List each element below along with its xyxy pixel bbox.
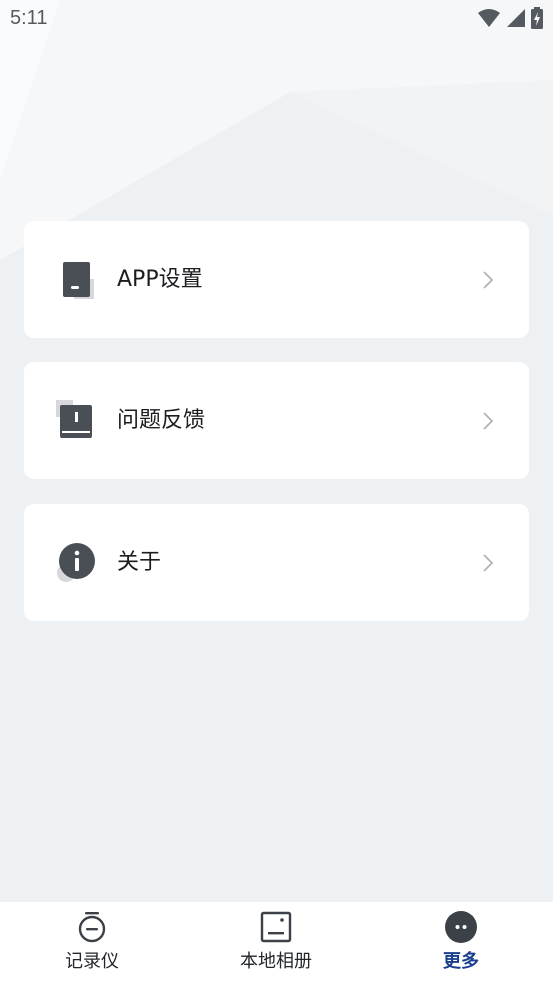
menu-item-label: APP设置 xyxy=(117,267,203,292)
menu-item-app-settings[interactable]: APP设置 xyxy=(24,221,529,338)
status-time: 5:11 xyxy=(10,7,48,29)
status-icons xyxy=(477,7,543,33)
chevron-right-icon xyxy=(481,552,495,574)
tab-recorder[interactable]: 记录仪 xyxy=(0,902,184,983)
tab-label: 更多 xyxy=(443,951,479,972)
menu-item-feedback[interactable]: 问题反馈 xyxy=(24,362,529,479)
tab-label: 本地相册 xyxy=(240,951,312,972)
bottom-tab-bar: 记录仪 本地相册 更多 xyxy=(0,902,553,983)
battery-charging-icon xyxy=(531,7,543,33)
background-decoration xyxy=(0,0,553,983)
album-icon xyxy=(259,910,293,944)
tab-label: 记录仪 xyxy=(65,951,119,972)
chevron-right-icon xyxy=(481,410,495,432)
wifi-icon xyxy=(477,8,501,32)
signal-icon xyxy=(506,8,526,32)
tab-local-album[interactable]: 本地相册 xyxy=(184,902,368,983)
chevron-right-icon xyxy=(481,269,495,291)
tab-more[interactable]: 更多 xyxy=(369,902,553,983)
menu-item-label: 关于 xyxy=(117,550,162,575)
phone-settings-icon xyxy=(56,259,98,301)
info-icon xyxy=(56,542,98,584)
feedback-book-icon xyxy=(56,400,98,442)
menu-item-label: 问题反馈 xyxy=(117,408,206,433)
more-icon xyxy=(444,910,478,944)
status-bar: 5:11 xyxy=(0,0,553,38)
recorder-icon xyxy=(75,910,109,944)
menu-item-about[interactable]: 关于 xyxy=(24,504,529,621)
